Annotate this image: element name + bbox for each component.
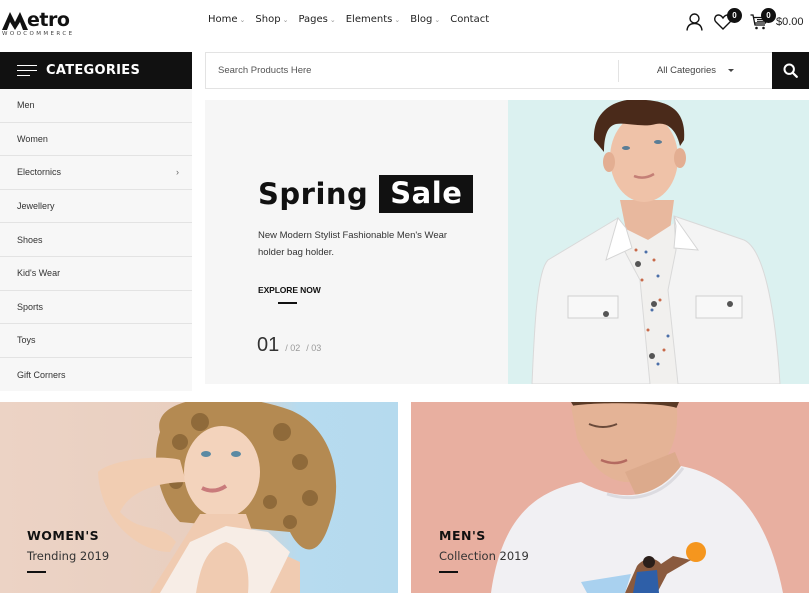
category-select[interactable]: All Categories (619, 53, 772, 88)
nav-label: Blog (410, 14, 433, 25)
nav-elements[interactable]: Elements ⌄ (346, 14, 401, 25)
site-header: etro WOOCOMMERCE Home ⌄ Shop ⌄ Pages ⌄ E… (0, 0, 809, 45)
nav-label: Home (208, 14, 238, 25)
nav-label: Contact (450, 14, 490, 25)
nav-pages[interactable]: Pages ⌄ (298, 14, 335, 25)
nav-home[interactable]: Home ⌄ (208, 14, 245, 25)
banner-subheading: Trending 2019 (27, 549, 110, 563)
cart-count-badge: 0 (761, 8, 776, 23)
hero-title-highlight: Sale (379, 175, 474, 213)
banner-mens-collection[interactable]: MEN'S Collection 2019 (411, 402, 809, 593)
category-item-men[interactable]: Men (0, 89, 192, 123)
category-item-shoes[interactable]: Shoes (0, 223, 192, 257)
logo-m-mark-icon (2, 12, 28, 30)
categories-toggle[interactable]: CATEGORIES (0, 52, 192, 89)
caret-down-icon (728, 69, 735, 72)
slide-indicator[interactable]: / 03 (306, 343, 321, 353)
slide-indicator[interactable]: / 02 (285, 343, 300, 353)
chevron-down-icon: ⌄ (282, 15, 289, 24)
category-label: Women (17, 133, 48, 144)
logo-text: etro (27, 9, 70, 31)
man-tshirt-model-illustration (491, 402, 783, 593)
user-icon (686, 13, 703, 31)
cta-underline (278, 302, 297, 304)
banner-womens-trending[interactable]: WOMEN'S Trending 2019 (0, 402, 398, 593)
account-button[interactable] (686, 13, 703, 31)
hero-description: New Modern Stylist Fashionable Men's Wea… (258, 230, 448, 258)
category-label: Men (17, 100, 35, 111)
nav-label: Shop (255, 14, 281, 25)
search-input[interactable] (206, 53, 618, 88)
category-list: Men Women Electornics › Jewellery Shoes … (0, 89, 192, 392)
category-label: Jewellery (17, 201, 55, 212)
explore-now-link[interactable]: EXPLORE NOW (258, 285, 321, 295)
hero-model-image (508, 100, 809, 384)
chevron-down-icon: ⌄ (239, 15, 246, 24)
logo[interactable]: etro WOOCOMMERCE (2, 8, 75, 37)
hero-slider: Spring Sale New Modern Stylist Fashionab… (205, 100, 809, 384)
category-label: Electornics (17, 167, 62, 178)
cart-total[interactable]: $0.00 (776, 16, 804, 28)
category-label: Toys (17, 335, 36, 346)
nav-contact[interactable]: Contact (450, 14, 489, 25)
category-label: Kid's Wear (17, 268, 61, 279)
category-item-sports[interactable]: Sports (0, 291, 192, 325)
logo-subtitle: WOOCOMMERCE (2, 31, 75, 37)
slide-pager: 01 / 02 / 03 (257, 334, 321, 357)
nav-label: Pages (298, 14, 328, 25)
category-label: Gift Corners (17, 369, 66, 380)
category-item-electronics[interactable]: Electornics › (0, 156, 192, 190)
category-item-jewellery[interactable]: Jewellery (0, 190, 192, 224)
category-item-toys[interactable]: Toys (0, 324, 192, 358)
product-search-bar: All Categories (205, 52, 809, 89)
chevron-down-icon: ⌄ (329, 15, 336, 24)
hero-title: Spring Sale (258, 175, 474, 213)
category-select-value: All Categories (656, 65, 717, 76)
woman-model-illustration (98, 402, 337, 593)
chevron-down-icon: ⌄ (434, 15, 441, 24)
category-item-gift-corners[interactable]: Gift Corners (0, 358, 192, 392)
banner-subheading: Collection 2019 (439, 549, 529, 563)
menu-icon (17, 64, 37, 77)
banner-underline (439, 571, 458, 573)
nav-shop[interactable]: Shop ⌄ (255, 14, 288, 25)
chevron-right-icon: › (176, 167, 179, 178)
banner-heading: WOMEN'S (27, 528, 100, 543)
category-item-women[interactable]: Women (0, 123, 192, 157)
search-icon (783, 63, 798, 78)
categories-title: CATEGORIES (46, 63, 141, 78)
wishlist-count-badge: 0 (727, 8, 742, 23)
category-label: Sports (17, 301, 44, 312)
main-nav: Home ⌄ Shop ⌄ Pages ⌄ Elements ⌄ Blog ⌄ … (208, 14, 499, 25)
category-label: Shoes (17, 234, 43, 245)
banner-underline (27, 571, 46, 573)
man-in-white-jacket-illustration (531, 100, 781, 384)
nav-blog[interactable]: Blog ⌄ (410, 14, 440, 25)
hero-title-text: Spring (258, 177, 369, 211)
nav-label: Elements (345, 14, 393, 25)
search-button[interactable] (772, 52, 809, 89)
slide-indicator-current[interactable]: 01 (257, 334, 279, 357)
banner-heading: MEN'S (439, 528, 486, 543)
category-item-kids-wear[interactable]: Kid's Wear (0, 257, 192, 291)
chevron-down-icon: ⌄ (394, 15, 401, 24)
